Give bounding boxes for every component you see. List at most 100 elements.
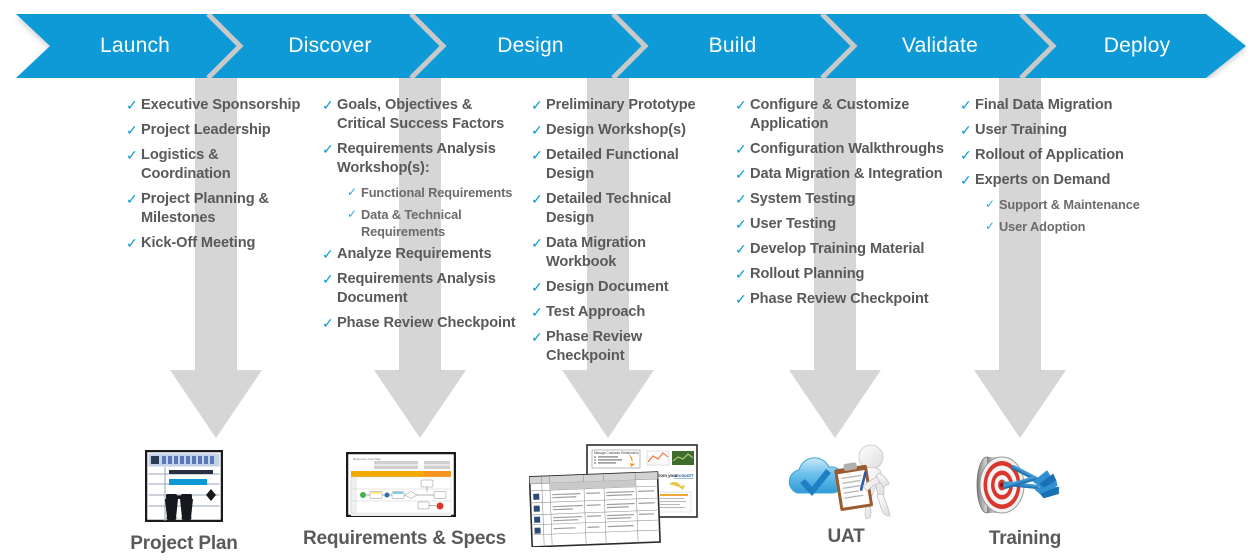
stacked-documents-icon: Manage Customer Relationship Rule 01: Al… [528, 442, 699, 548]
checklist-item: ✓ Project Leadership [126, 121, 301, 140]
check-icon: ✓ [735, 97, 747, 113]
checklist-item-label: Preliminary Prototype [546, 97, 696, 113]
checklist-item-label: User Training [975, 122, 1067, 138]
cloud-check-clipboard-person-icon [783, 443, 909, 521]
deliverable-label-uat: UAT [827, 526, 865, 547]
checklist-column-build: ✓ Configure & Customize Application ✓ Confi… [735, 96, 950, 315]
checklist-item-label: Design Workshop(s) [546, 122, 686, 138]
check-icon: ✓ [735, 166, 747, 182]
check-icon: ✓ [126, 122, 138, 138]
checklist-item: ✓ Final Data Migration [960, 96, 1145, 115]
check-icon: ✓ [322, 315, 334, 331]
checklist-item: ✓ Requirements Analysis Document [322, 270, 517, 308]
check-icon: ✓ [126, 97, 138, 113]
checklist-item-label: Test Approach [546, 304, 646, 320]
phase-label-deploy[interactable]: Deploy [1053, 14, 1221, 78]
checklist-item-label: Phase Review Checkpoint [546, 329, 643, 364]
phase-label-discover[interactable]: Discover [240, 14, 420, 78]
checklist-item-label: Phase Review Checkpoint [337, 315, 516, 331]
check-icon: ✓ [735, 291, 747, 307]
check-icon: ✓ [347, 207, 358, 221]
checklist-item-label: Detailed Technical Design [546, 191, 672, 226]
checklist-item-label: Develop Training Material [750, 241, 925, 257]
checklist-item-label: Configure & Customize Application [750, 97, 910, 132]
checklist-item: ✓ Configure & Customize Application [735, 96, 950, 134]
checklist-item: ✓ Data & Technical Requirements [347, 206, 517, 240]
checklist-item: ✓ Data Migration & Integration [735, 165, 950, 184]
checklist-column-deploy: ✓ Final Data Migration ✓ User Training ✓ Roll… [960, 96, 1145, 240]
checklist-item-label: Requirements Analysis Document [337, 271, 496, 306]
phase-label-validate[interactable]: Validate [854, 14, 1026, 78]
phase-label-build[interactable]: Build [645, 14, 820, 78]
deliverable-project-plan[interactable]: Project Plan [105, 449, 263, 555]
check-icon: ✓ [531, 304, 543, 320]
checklist-item-label: User Adoption [999, 219, 1086, 234]
deliverable-label-project-plan: Project Plan [130, 533, 238, 554]
checklist-item: ✓ Executive Sponsorship [126, 96, 301, 115]
checklist-item-label: Executive Sponsorship [141, 97, 301, 113]
checklist-item-label: Configuration Walkthroughs [750, 141, 944, 157]
phase-label-launch[interactable]: Launch [50, 14, 220, 78]
check-icon: ✓ [735, 141, 747, 157]
check-icon: ✓ [960, 147, 972, 163]
check-icon: ✓ [531, 122, 543, 138]
check-icon: ✓ [322, 141, 334, 157]
check-icon: ✓ [126, 191, 138, 207]
check-icon: ✓ [735, 266, 747, 282]
checklist-item: ✓ Analyze Requirements [322, 245, 517, 264]
checklist-item: ✓ Configuration Walkthroughs [735, 140, 950, 159]
checklist-item-label: Rollout Planning [750, 266, 865, 282]
checklist-item-label: Support & Maintenance [999, 197, 1140, 212]
check-icon: ✓ [531, 329, 543, 345]
checklist-column-launch: ✓ Executive Sponsorship ✓ Project Leadershi… [126, 96, 301, 259]
check-icon: ✓ [735, 191, 747, 207]
deliverable-training[interactable]: Training [950, 443, 1100, 550]
checklist-item-label: Detailed Functional Design [546, 147, 679, 182]
check-icon: ✓ [322, 271, 334, 287]
checklist-item-label: Final Data Migration [975, 97, 1113, 113]
checklist-item: ✓ System Testing [735, 190, 950, 209]
check-icon: ✓ [735, 216, 747, 232]
checklist-item: ✓ Requirements Analysis Workshop(s): [322, 140, 517, 178]
deliverable-uat[interactable]: UAT [757, 443, 935, 548]
checklist-item: ✓ Experts on Demand [960, 171, 1145, 190]
deliverable-label-requirements-specs: Requirements & Specs [303, 528, 506, 549]
check-icon: ✓ [960, 172, 972, 188]
check-icon: ✓ [531, 235, 543, 251]
checklist-item-label: Kick-Off Meeting [141, 235, 256, 251]
checklist-item-label: System Testing [750, 191, 856, 207]
deliverable-documents[interactable]: Manage Customer Relationship Rule 01: Al… [525, 442, 703, 553]
checklist-item-label: Rollout of Application [975, 147, 1124, 163]
checklist-item: ✓ Develop Training Material [735, 240, 950, 259]
checklist-item: ✓ User Adoption [985, 218, 1145, 235]
checklist-item: ✓ Rollout of Application [960, 146, 1145, 165]
checklist-item: ✓ Design Workshop(s) [531, 121, 711, 140]
check-icon: ✓ [322, 246, 334, 262]
deliverable-requirements-specs[interactable]: Reference Core Map Requirements & Specs [303, 451, 506, 550]
checklist-item-label: Logistics & Coordination [141, 147, 231, 182]
checklist-column-design: ✓ Preliminary Prototype ✓ Design Workshop(s… [531, 96, 711, 372]
checklist-item-label: Functional Requirements [361, 185, 513, 200]
check-icon: ✓ [960, 122, 972, 138]
dartboard-darts-icon [961, 443, 1089, 523]
checklist-item: ✓ Goals, Objectives & Critical Success Fa… [322, 96, 517, 134]
check-icon: ✓ [985, 219, 996, 233]
checklist-column-discover: ✓ Goals, Objectives & Critical Success Fa… [322, 96, 517, 339]
process-flow-diagram-icon: Reference Core Map [345, 451, 457, 518]
svg-text:account?: account? [674, 473, 694, 478]
checklist-item: ✓ User Testing [735, 215, 950, 234]
checklist-item-label: Data Migration & Integration [750, 166, 943, 182]
checklist-item-label: Project Planning & Milestones [141, 191, 269, 226]
check-icon: ✓ [735, 241, 747, 257]
svg-text:Manage Customer Relationship: Manage Customer Relationship [594, 451, 639, 455]
check-icon: ✓ [985, 197, 996, 211]
checklist-item-label: User Testing [750, 216, 837, 232]
phase-label-design[interactable]: Design [443, 14, 618, 78]
check-icon: ✓ [126, 235, 138, 251]
checklist-item: ✓ Phase Review Checkpoint [322, 314, 517, 333]
checklist-item-label: Experts on Demand [975, 172, 1111, 188]
checklist-item: ✓ Detailed Functional Design [531, 146, 711, 184]
checklist-item: ✓ Rollout Planning [735, 265, 950, 284]
checklist-item-label: Phase Review Checkpoint [750, 291, 929, 307]
checklist-item: ✓ Support & Maintenance [985, 196, 1145, 213]
